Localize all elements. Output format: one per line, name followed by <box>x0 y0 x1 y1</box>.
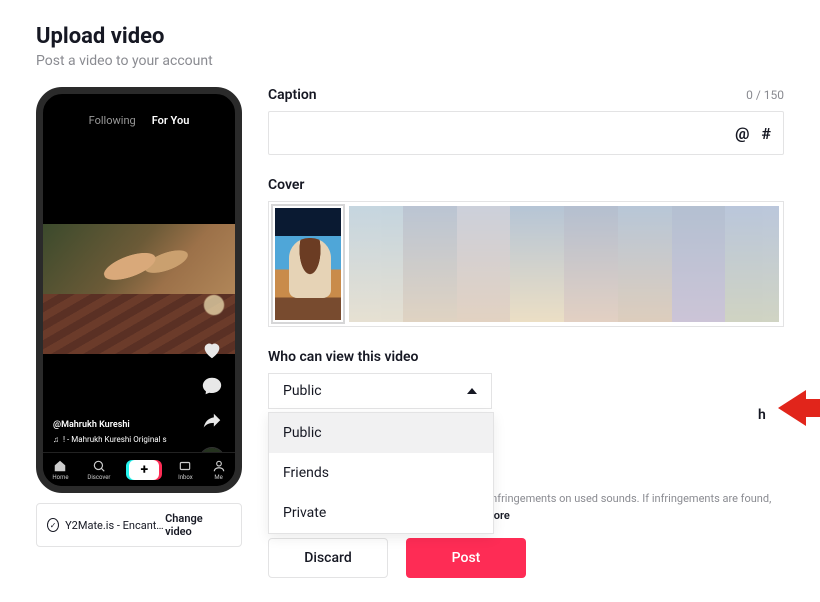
post-button[interactable]: Post <box>406 538 526 578</box>
nav-inbox[interactable]: Inbox <box>178 459 193 481</box>
page-subtitle: Post a video to your account <box>36 53 784 69</box>
nav-inbox-label: Inbox <box>178 474 193 481</box>
privacy-label: Who can view this video <box>268 349 784 365</box>
privacy-option-private[interactable]: Private <box>269 493 493 533</box>
nav-me[interactable]: Me <box>212 459 226 481</box>
file-info-row: ✓ Y2Mate.is - Encanto bu... Change video <box>36 503 242 547</box>
mention-button[interactable]: @ <box>735 124 749 143</box>
privacy-select[interactable]: Public Public Friends Private <box>268 373 492 409</box>
cover-selected-thumb[interactable] <box>273 206 343 322</box>
page-header: Upload video Post a video to your accoun… <box>36 24 784 69</box>
file-name: Y2Mate.is - Encanto bu... <box>65 519 165 532</box>
caption-label: Caption <box>268 87 317 103</box>
cover-thumbnail-strip[interactable] <box>349 206 779 322</box>
nav-upload-button[interactable]: + <box>129 460 159 480</box>
music-note-icon: ♫ <box>53 435 59 444</box>
phone-sound-title: ! - Mahrukh Kureshi Original s <box>63 435 167 444</box>
caption-counter: 0 / 150 <box>746 88 784 102</box>
obscured-text-fragment: h <box>758 407 766 423</box>
plus-icon: + <box>140 463 148 477</box>
phone-tab-foryou[interactable]: For You <box>152 114 190 127</box>
share-icon[interactable] <box>201 411 223 433</box>
cover-label: Cover <box>268 177 784 193</box>
like-icon[interactable] <box>201 339 223 361</box>
cover-selector[interactable] <box>268 201 784 327</box>
phone-tab-following[interactable]: Following <box>89 114 136 127</box>
phone-sound-row: ♫ ! - Mahrukh Kureshi Original s <box>53 435 167 444</box>
comment-icon[interactable] <box>201 375 223 397</box>
privacy-option-friends[interactable]: Friends <box>269 453 493 493</box>
annotation-arrow-icon <box>778 387 820 429</box>
page-title: Upload video <box>36 24 784 49</box>
caption-input[interactable]: @ # <box>268 111 784 155</box>
nav-discover[interactable]: Discover <box>87 459 110 481</box>
nav-home[interactable]: Home <box>52 459 68 481</box>
privacy-selected-value: Public <box>283 383 322 399</box>
phone-bottom-nav: Home Discover + Inbox Me <box>43 452 235 486</box>
privacy-dropdown: Public Friends Private <box>268 412 494 534</box>
phone-preview: Following For You @Mahrukh Kureshi ♫ ! -… <box>36 87 242 493</box>
chevron-up-icon <box>467 388 477 394</box>
nav-me-label: Me <box>214 474 222 481</box>
phone-username: @Mahrukh Kureshi <box>53 420 130 430</box>
change-video-button[interactable]: Change video <box>165 512 231 538</box>
discard-button[interactable]: Discard <box>268 538 388 578</box>
hashtag-button[interactable]: # <box>762 124 771 143</box>
nav-home-label: Home <box>52 474 68 481</box>
phone-video-glow <box>203 294 225 316</box>
privacy-option-public[interactable]: Public <box>269 413 493 453</box>
check-circle-icon: ✓ <box>47 518 59 532</box>
nav-discover-label: Discover <box>87 474 110 481</box>
